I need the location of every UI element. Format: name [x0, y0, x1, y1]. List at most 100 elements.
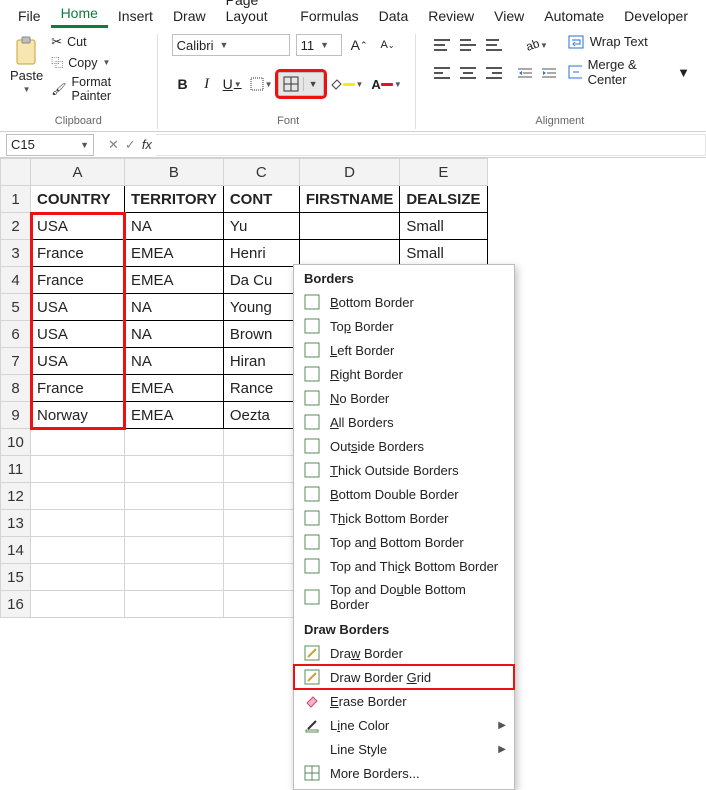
cell-C10[interactable]	[223, 429, 299, 456]
col-header-B[interactable]: B	[125, 159, 224, 186]
tab-file[interactable]: File	[8, 4, 51, 28]
row-header-5[interactable]: 5	[1, 294, 31, 321]
col-header-E[interactable]: E	[400, 159, 487, 186]
cell-B1[interactable]: TERRITORY	[125, 186, 224, 213]
italic-button[interactable]: I	[196, 73, 218, 95]
align-middle-button[interactable]	[456, 34, 480, 56]
menu-item-line-style[interactable]: Line Style▶	[294, 737, 514, 761]
col-header-C[interactable]: C	[223, 159, 299, 186]
cell-C7[interactable]: Hiran	[223, 348, 299, 375]
borders-menu[interactable]: BordersBottom BorderTop BorderLeft Borde…	[293, 264, 515, 790]
increase-indent-button[interactable]	[538, 62, 560, 84]
merge-center-button[interactable]: Merge & Center▼	[568, 57, 690, 87]
row-header-9[interactable]: 9	[1, 402, 31, 429]
cancel-formula-icon[interactable]: ✕	[108, 137, 119, 153]
row-header-11[interactable]: 11	[1, 456, 31, 483]
cell-C9[interactable]: Oezta	[223, 402, 299, 429]
tab-developer[interactable]: Developer	[614, 4, 698, 28]
menu-item-left-border[interactable]: Left Border	[294, 338, 514, 362]
cell-B3[interactable]: EMEA	[125, 240, 224, 267]
cell-B12[interactable]	[125, 483, 224, 510]
tab-view[interactable]: View	[484, 4, 534, 28]
tab-draw[interactable]: Draw	[163, 4, 216, 28]
cell-A2[interactable]: USA	[31, 213, 125, 240]
cell-C15[interactable]	[223, 564, 299, 591]
menu-item-draw-border-grid[interactable]: Draw Border Grid	[294, 665, 514, 689]
font-name-combo[interactable]: Calibri▼	[172, 34, 290, 56]
tab-automate[interactable]: Automate	[534, 4, 614, 28]
cell-B8[interactable]: EMEA	[125, 375, 224, 402]
row-header-7[interactable]: 7	[1, 348, 31, 375]
menu-item-top-and-bottom-border[interactable]: Top and Bottom Border	[294, 530, 514, 554]
menu-item-all-borders[interactable]: All Borders	[294, 410, 514, 434]
cell-E2[interactable]: Small	[400, 213, 487, 240]
menu-item-bottom-double-border[interactable]: Bottom Double Border	[294, 482, 514, 506]
cell-E3[interactable]: Small	[400, 240, 487, 267]
accept-formula-icon[interactable]: ✓	[125, 137, 136, 153]
cell-A13[interactable]	[31, 510, 125, 537]
cell-A12[interactable]	[31, 483, 125, 510]
align-center-button[interactable]	[456, 62, 480, 84]
row-header-15[interactable]: 15	[1, 564, 31, 591]
row-header-8[interactable]: 8	[1, 375, 31, 402]
tab-formulas[interactable]: Formulas	[290, 4, 368, 28]
cell-A8[interactable]: France	[31, 375, 125, 402]
select-all-corner[interactable]	[1, 159, 31, 186]
decrease-indent-button[interactable]	[514, 62, 536, 84]
font-size-combo[interactable]: 11▼	[296, 34, 342, 56]
cell-B10[interactable]	[125, 429, 224, 456]
row-header-3[interactable]: 3	[1, 240, 31, 267]
row-header-12[interactable]: 12	[1, 483, 31, 510]
align-bottom-button[interactable]	[482, 34, 506, 56]
menu-item-thick-outside-borders[interactable]: Thick Outside Borders	[294, 458, 514, 482]
cell-B4[interactable]: EMEA	[125, 267, 224, 294]
cell-C14[interactable]	[223, 537, 299, 564]
underline-button[interactable]: U▼	[220, 73, 245, 95]
row-header-14[interactable]: 14	[1, 537, 31, 564]
cell-B9[interactable]: EMEA	[125, 402, 224, 429]
align-right-button[interactable]	[482, 62, 506, 84]
menu-item-top-border[interactable]: Top Border	[294, 314, 514, 338]
font-color-button[interactable]: A▼	[368, 73, 404, 95]
menu-item-line-color[interactable]: Line Color▶	[294, 713, 514, 737]
borders-split-button[interactable]: ▼	[278, 72, 324, 96]
cell-C16[interactable]	[223, 591, 299, 618]
cell-C4[interactable]: Da Cu	[223, 267, 299, 294]
cell-A4[interactable]: France	[31, 267, 125, 294]
row-header-2[interactable]: 2	[1, 213, 31, 240]
cell-A16[interactable]	[31, 591, 125, 618]
tab-page-layout[interactable]: Page Layout	[216, 0, 291, 28]
cell-A6[interactable]: USA	[31, 321, 125, 348]
cell-B7[interactable]: NA	[125, 348, 224, 375]
menu-item-bottom-border[interactable]: Bottom Border	[294, 290, 514, 314]
cell-B16[interactable]	[125, 591, 224, 618]
borders-dropdown[interactable]: ▼	[303, 77, 323, 91]
col-header-A[interactable]: A	[31, 159, 125, 186]
row-header-6[interactable]: 6	[1, 321, 31, 348]
fill-color-button[interactable]: ▼	[326, 73, 367, 95]
cell-E1[interactable]: DEALSIZE	[400, 186, 487, 213]
cell-A3[interactable]: France	[31, 240, 125, 267]
orientation-button[interactable]: ab▼	[514, 34, 560, 56]
cell-A9[interactable]: Norway	[31, 402, 125, 429]
menu-item-thick-bottom-border[interactable]: Thick Bottom Border	[294, 506, 514, 530]
row-header-10[interactable]: 10	[1, 429, 31, 456]
cell-A11[interactable]	[31, 456, 125, 483]
menu-item-top-and-thick-bottom-border[interactable]: Top and Thick Bottom Border	[294, 554, 514, 578]
cell-B13[interactable]	[125, 510, 224, 537]
decrease-font-button[interactable]: A⌄	[377, 34, 399, 56]
format-painter-button[interactable]: Format Painter	[51, 75, 146, 103]
menu-item-draw-border[interactable]: Draw Border	[294, 641, 514, 665]
cell-C5[interactable]: Young	[223, 294, 299, 321]
increase-font-button[interactable]: A⌃	[348, 34, 371, 56]
cell-D1[interactable]: FIRSTNAME	[299, 186, 400, 213]
fx-icon[interactable]: fx	[142, 137, 152, 152]
formula-bar[interactable]	[156, 134, 706, 156]
wrap-text-button[interactable]: Wrap Text	[568, 34, 690, 49]
cell-B11[interactable]	[125, 456, 224, 483]
cell-C12[interactable]	[223, 483, 299, 510]
cut-button[interactable]: Cut	[51, 34, 146, 50]
cell-C13[interactable]	[223, 510, 299, 537]
cell-A7[interactable]: USA	[31, 348, 125, 375]
cell-C6[interactable]: Brown	[223, 321, 299, 348]
